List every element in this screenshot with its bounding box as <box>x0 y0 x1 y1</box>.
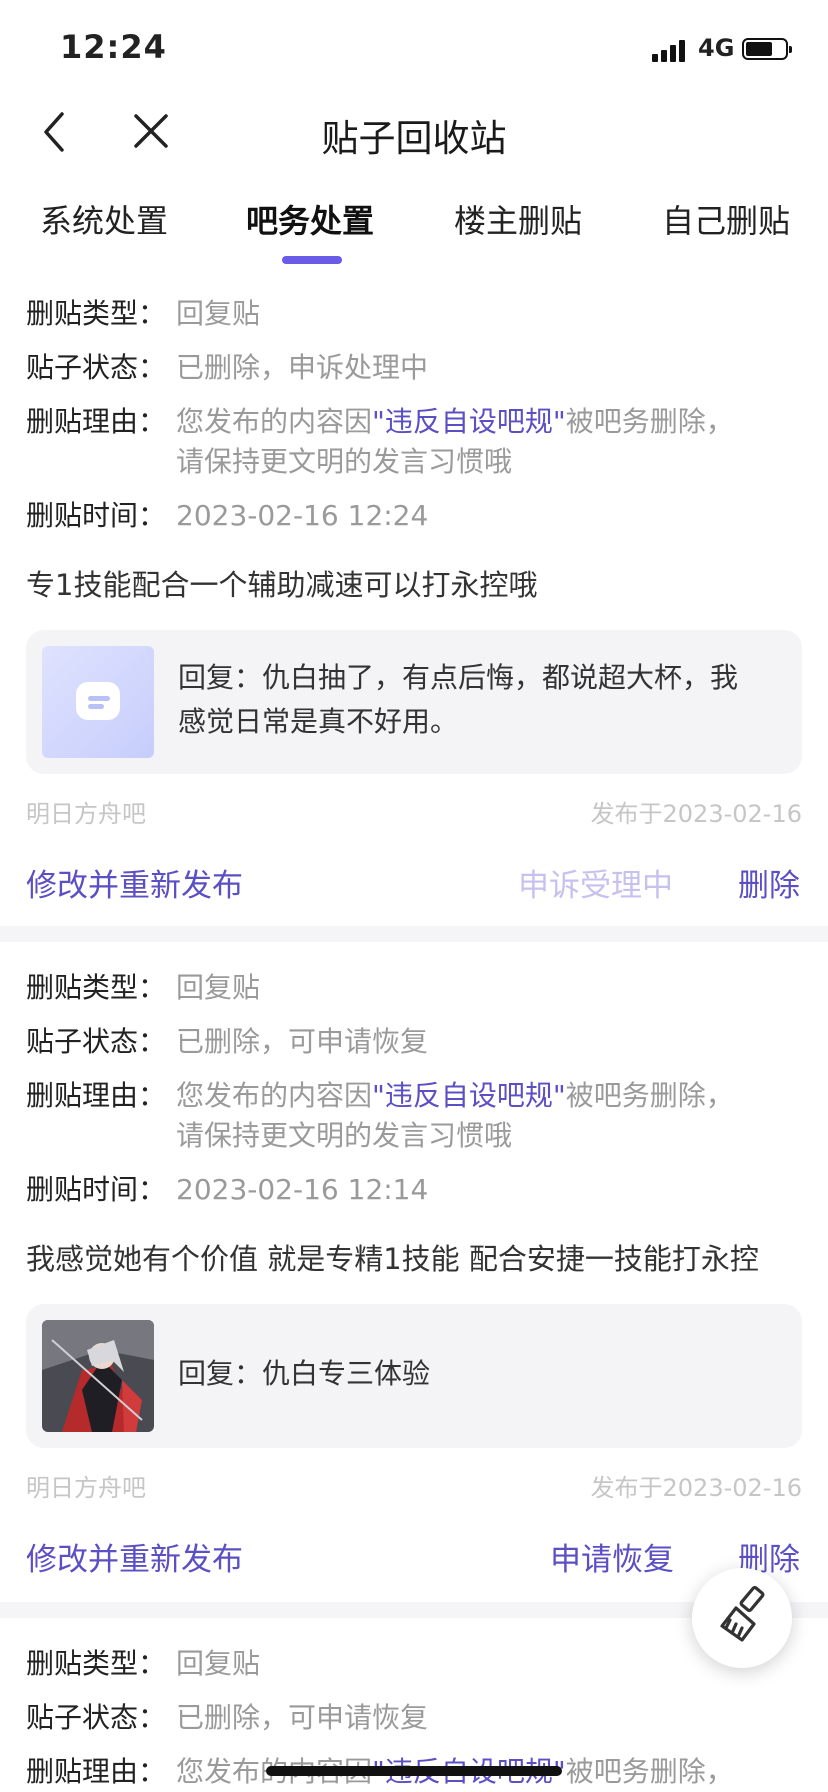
delete-button[interactable]: 删除 <box>738 860 800 905</box>
label-status: 贴子状态： <box>26 1025 167 1058</box>
value-reason: 您发布的内容因"违反自设吧规"被吧务删除， <box>176 1076 734 1116</box>
reason-line2: 请保持更文明的发言习惯哦 <box>176 445 513 478</box>
quote-text-line1: 回复：仇白抽了，有点后悔，都说超大杯，我 <box>178 661 739 694</box>
deleted-post-card: 删贴类型： 回复贴 贴子状态： 已删除，申诉处理中 删贴理由： 您发布的内容因"… <box>0 272 828 926</box>
clean-up-button[interactable] <box>692 1568 792 1668</box>
label-status: 贴子状态： <box>26 1701 167 1734</box>
quote-thumbnail <box>42 1320 154 1432</box>
value-type: 回复贴 <box>176 297 261 330</box>
tab-self[interactable]: 自己删贴 <box>662 196 790 242</box>
broom-icon <box>720 1585 765 1642</box>
reason-rule-link[interactable]: "违反自设吧规" <box>372 405 566 438</box>
status-bar: 12:24 4G <box>0 0 828 100</box>
label-reason: 删贴理由： <box>26 405 167 438</box>
network-type: 4G <box>698 34 735 62</box>
post-content[interactable]: 专1技能配合一个辅助减速可以打永控哦 <box>26 562 537 604</box>
reason-suffix: 被吧务删除， <box>565 1079 734 1112</box>
deleted-post-card: 删贴类型： 回复贴 贴子状态： 已删除，可申请恢复 删贴理由： 您发布的内容因"… <box>0 942 828 1602</box>
value-time: 2023-02-16 12:14 <box>176 1173 429 1206</box>
request-restore-button[interactable]: 申请恢复 <box>550 1534 674 1579</box>
character-artwork-icon <box>42 1320 154 1432</box>
value-type: 回复贴 <box>176 1647 261 1680</box>
label-time: 删贴时间： <box>26 499 167 532</box>
tab-bar: 系统处置 吧务处置 楼主删贴 自己删贴 <box>0 190 828 272</box>
tab-moderator[interactable]: 吧务处置 <box>246 196 374 242</box>
quote-text-line1: 回复：仇白专三体验 <box>178 1357 431 1390</box>
page-title: 贴子回收站 <box>321 117 507 160</box>
label-status: 贴子状态： <box>26 351 167 384</box>
battery-icon <box>742 38 792 60</box>
tab-system[interactable]: 系统处置 <box>40 196 168 242</box>
home-indicator[interactable] <box>266 1766 562 1776</box>
value-reason: 您发布的内容因"违反自设吧规"被吧务删除， <box>176 402 734 442</box>
value-time: 2023-02-16 12:24 <box>176 499 429 532</box>
label-type: 删贴类型： <box>26 1647 167 1680</box>
label-time: 删贴时间： <box>26 1173 167 1206</box>
reason-prefix: 您发布的内容因 <box>176 405 373 438</box>
reason-suffix: 被吧务删除， <box>565 405 734 438</box>
publish-date: 发布于2023-02-16 <box>590 1474 802 1502</box>
signal-icon <box>652 38 688 62</box>
chat-bubble-icon <box>76 682 120 720</box>
reason-line2: 请保持更文明的发言习惯哦 <box>176 1119 513 1152</box>
value-status: 已删除，可申请恢复 <box>176 1701 429 1734</box>
publish-date: 发布于2023-02-16 <box>590 800 802 828</box>
quote-thumbnail <box>42 646 154 758</box>
post-content[interactable]: 我感觉她有个价值 就是专精1技能 配合安捷一技能打永控 <box>26 1236 759 1278</box>
edit-republish-button[interactable]: 修改并重新发布 <box>26 860 243 905</box>
value-type: 回复贴 <box>176 971 261 1004</box>
tab-thread-owner[interactable]: 楼主删贴 <box>454 196 582 242</box>
label-reason: 删贴理由： <box>26 1079 167 1112</box>
forum-name[interactable]: 明日方舟吧 <box>26 794 146 829</box>
value-status: 已删除，可申请恢复 <box>176 1025 429 1058</box>
quoted-post[interactable]: 回复：仇白抽了，有点后悔，都说超大杯，我 感觉日常是真不好用。 <box>26 630 802 774</box>
label-reason: 删贴理由： <box>26 1755 167 1788</box>
tab-indicator <box>282 256 342 264</box>
edit-republish-button[interactable]: 修改并重新发布 <box>26 1534 243 1579</box>
value-status: 已删除，申诉处理中 <box>176 351 429 384</box>
reason-prefix: 您发布的内容因 <box>176 1079 373 1112</box>
status-time: 12:24 <box>60 28 167 66</box>
reason-suffix: 被吧务删除， <box>565 1755 734 1788</box>
quote-text-line2: 感觉日常是真不好用。 <box>178 705 459 738</box>
reason-rule-link[interactable]: "违反自设吧规" <box>372 1079 566 1112</box>
appeal-pending-button[interactable]: 申诉受理中 <box>518 860 673 905</box>
forum-name[interactable]: 明日方舟吧 <box>26 1468 146 1503</box>
label-type: 删贴类型： <box>26 297 167 330</box>
label-type: 删贴类型： <box>26 971 167 1004</box>
header: 12:24 4G 贴子回收站 系统处置 吧务处置 楼主删贴 自己删贴 <box>0 0 828 272</box>
quoted-post[interactable]: 回复：仇白专三体验 <box>26 1304 802 1448</box>
